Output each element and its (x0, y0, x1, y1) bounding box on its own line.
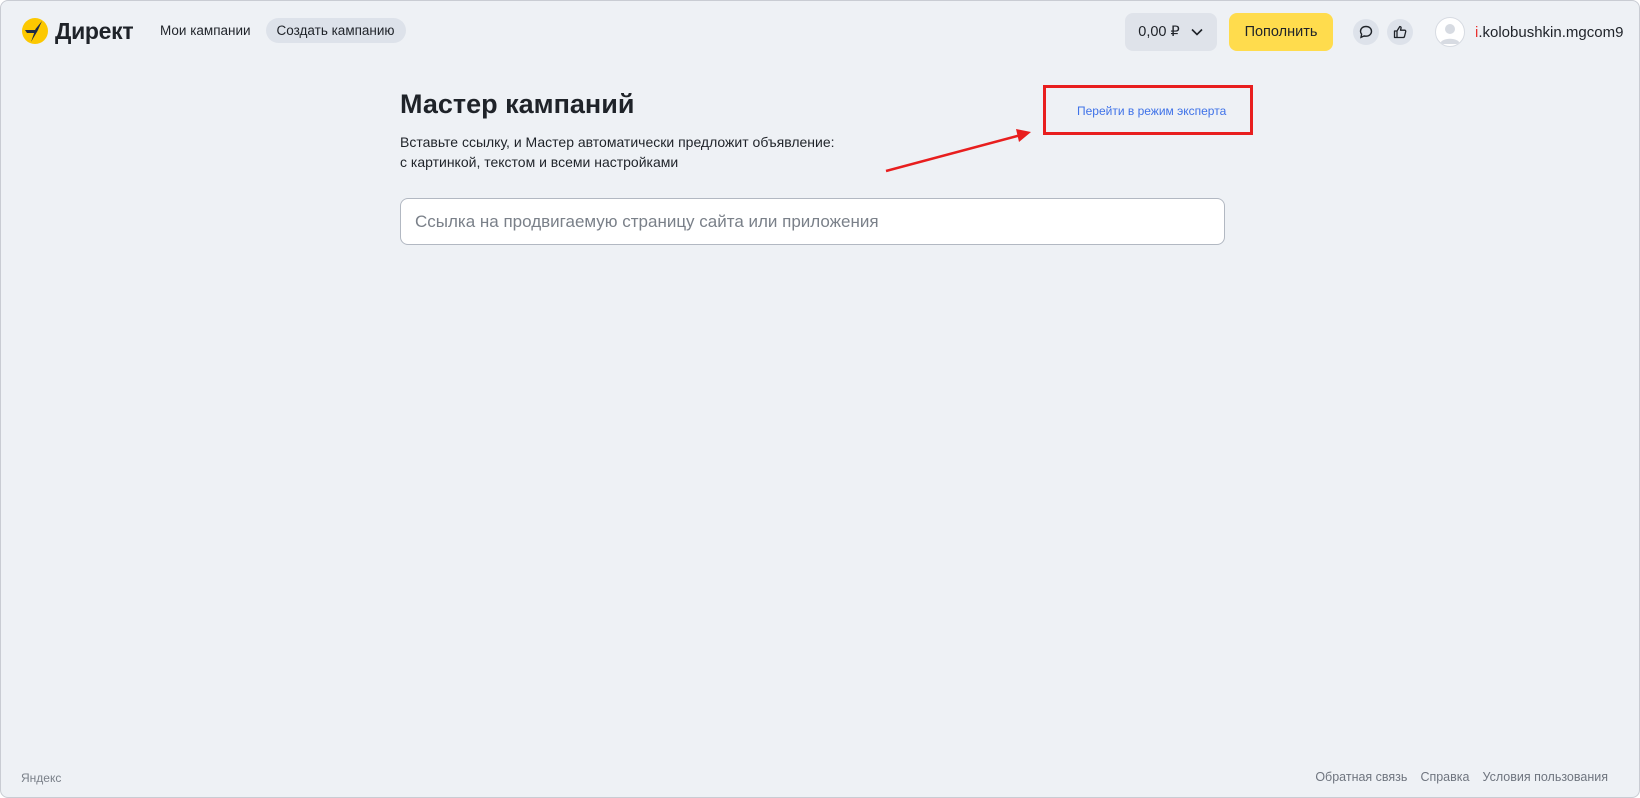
campaign-url-input[interactable] (400, 198, 1225, 245)
balance-dropdown[interactable]: 0,00 ₽ (1125, 13, 1217, 51)
footer-brand: Яндекс (21, 771, 62, 785)
annotation-highlight-box (1043, 85, 1253, 135)
user-avatar-icon (1435, 17, 1465, 47)
nav-create-campaign[interactable]: Создать кампанию (265, 18, 406, 43)
subtitle-line-1: Вставьте ссылку, и Мастер автоматически … (400, 134, 835, 150)
annotation-arrow (885, 129, 1031, 173)
footer-links: Обратная связь Справка Условия пользован… (1315, 770, 1608, 784)
logo-text: Директ (55, 17, 134, 44)
user-login: i.kolobushkin.mgcom9 (1475, 24, 1623, 41)
footer-link-feedback[interactable]: Обратная связь (1315, 770, 1407, 784)
topup-button[interactable]: Пополнить (1229, 13, 1333, 51)
thumbs-up-icon (1393, 25, 1407, 39)
logo[interactable]: Директ (21, 17, 134, 45)
nav-my-campaigns[interactable]: Мои кампании (153, 18, 258, 43)
page-title: Мастер кампаний (400, 89, 635, 119)
page-subtitle: Вставьте ссылку, и Мастер автоматически … (400, 132, 860, 172)
footer-link-terms[interactable]: Условия пользования (1482, 770, 1608, 784)
chat-button[interactable] (1353, 19, 1379, 45)
chevron-down-icon (1191, 28, 1203, 36)
chat-bubble-icon (1359, 25, 1373, 39)
footer-link-help[interactable]: Справка (1420, 770, 1469, 784)
balance-value: 0,00 ₽ (1138, 24, 1180, 40)
main-nav: Мои кампании Создать кампанию (153, 18, 406, 43)
yandex-direct-logo-icon (22, 18, 48, 44)
feedback-button[interactable] (1387, 19, 1413, 45)
header: Директ Мои кампании Создать кампанию 0,0… (1, 1, 1639, 61)
user-menu[interactable]: i.kolobushkin.mgcom9 (1435, 17, 1623, 47)
subtitle-line-2: с картинкой, текстом и всеми настройками (400, 154, 679, 170)
app-window: Директ Мои кампании Создать кампанию 0,0… (0, 0, 1640, 798)
login-rest: .kolobushkin.mgcom9 (1478, 23, 1624, 41)
